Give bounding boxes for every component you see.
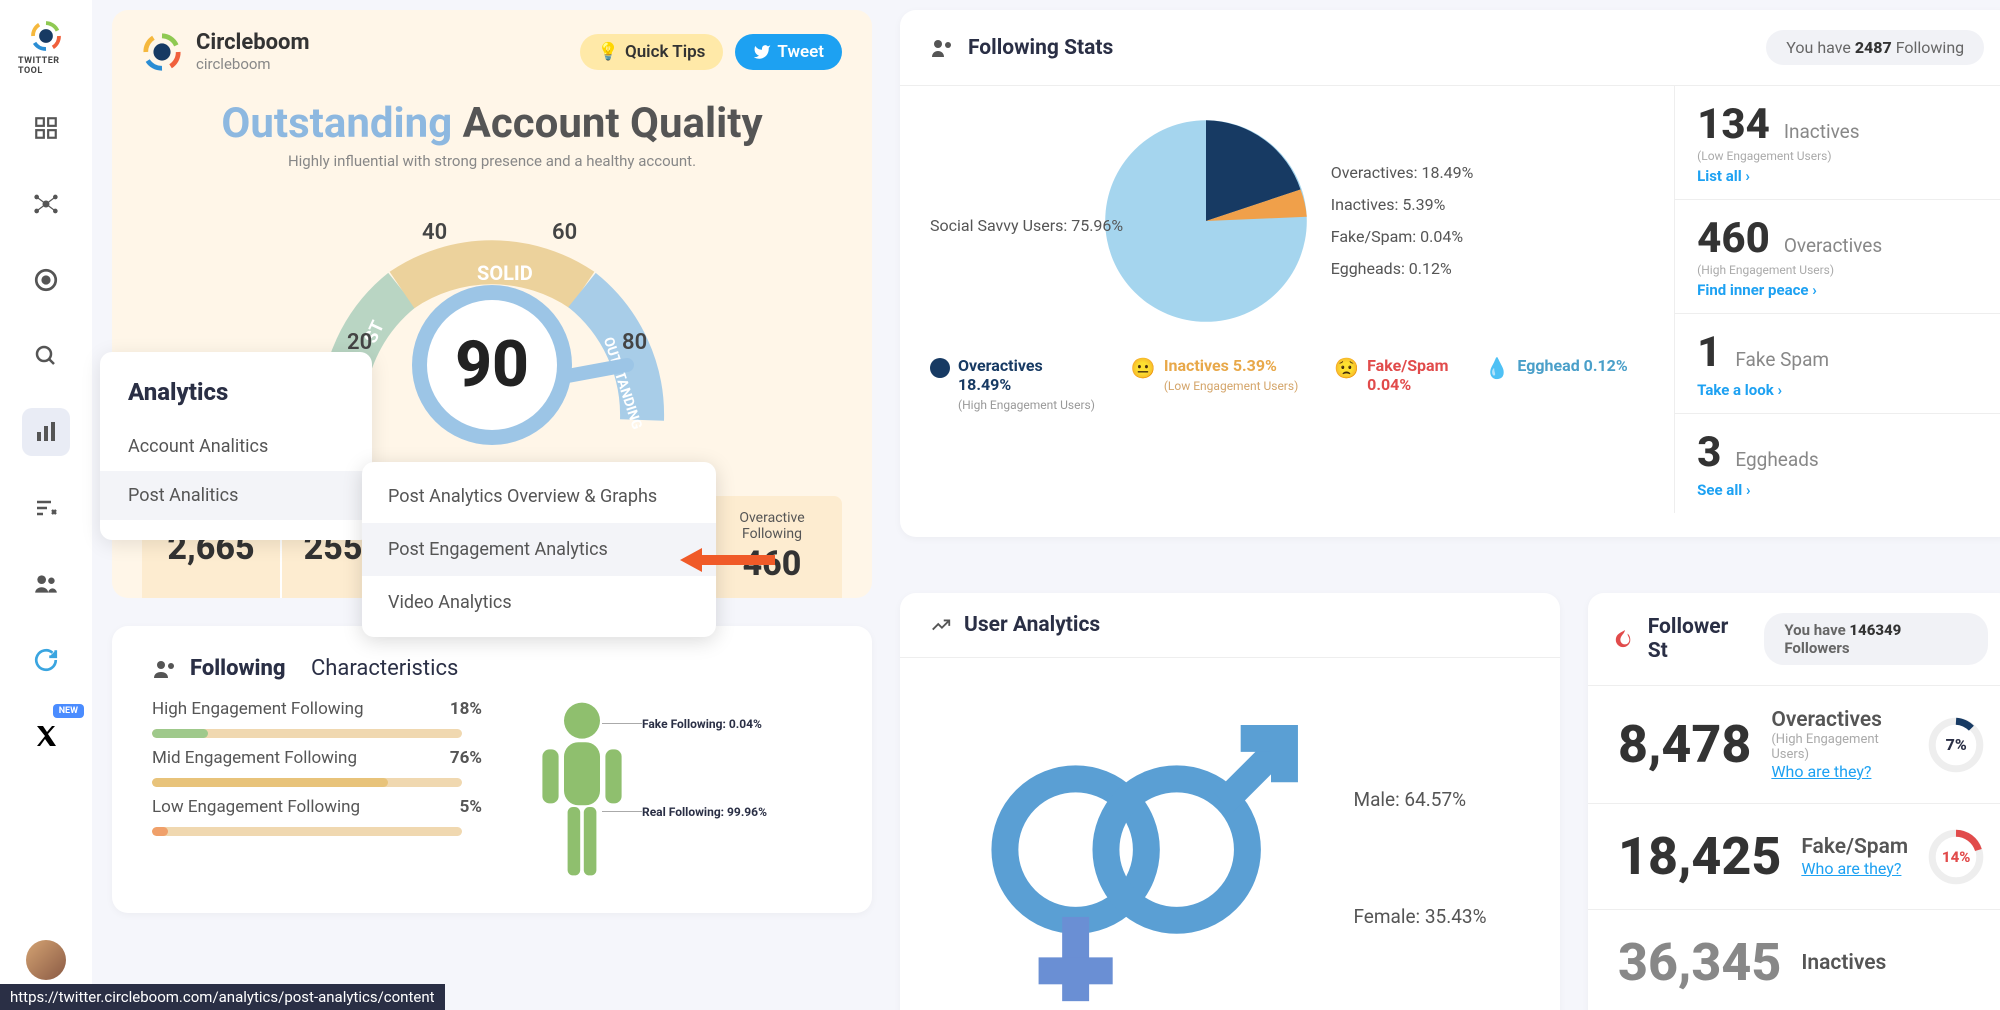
list-all-link[interactable]: List all › [1697, 167, 1750, 185]
twitter-icon [753, 43, 771, 61]
users-icon [152, 658, 180, 680]
brand-block: Circleboom circleboom [142, 30, 310, 73]
post-analytics-submenu: Post Analytics Overview & Graphs Post En… [362, 462, 716, 637]
app-logo[interactable]: TWITTER TOOL [18, 20, 74, 76]
submenu-engagement[interactable]: Post Engagement Analytics [362, 523, 716, 576]
status-bar-url: https://twitter.circleboom.com/analytics… [0, 984, 445, 1010]
following-pie-chart [1101, 116, 1311, 326]
submenu-overview[interactable]: Post Analytics Overview & Graphs [362, 470, 716, 523]
user-avatar[interactable] [26, 940, 66, 980]
take-look-link[interactable]: Take a look › [1697, 381, 1782, 399]
sidebar: TWITTER TOOL NEW [0, 0, 92, 1010]
nav-analytics-icon[interactable] [22, 408, 70, 456]
nav-network-icon[interactable] [22, 180, 70, 228]
quick-tips-button[interactable]: 💡Quick Tips [580, 34, 724, 70]
quality-title-outstanding: Outstanding [221, 99, 452, 148]
who-link-2[interactable]: Who are they? [1801, 859, 1908, 878]
menu-account-analytics[interactable]: Account Analitics [100, 422, 372, 471]
analytics-menu-title: Analytics [100, 372, 372, 422]
chart-icon [930, 614, 952, 636]
nav-dashboard-icon[interactable] [22, 104, 70, 152]
nav-search-icon[interactable] [22, 332, 70, 380]
tweet-button[interactable]: Tweet [735, 34, 842, 70]
flame-icon [1614, 628, 1636, 650]
submenu-video[interactable]: Video Analytics [362, 576, 716, 629]
quality-subtitle: Highly influential with strong presence … [142, 152, 842, 170]
following-characteristics-card: Following Characteristics High Engagemen… [112, 626, 872, 913]
inner-peace-link[interactable]: Find inner peace › [1697, 281, 1817, 299]
svg-text:SOLID: SOLID [477, 261, 533, 285]
follower-stats-card: Follower St You have 146349 Followers 8,… [1588, 593, 2000, 1010]
nav-users-icon[interactable] [22, 560, 70, 608]
following-count-pill: You have 2487 Following [1766, 30, 1984, 65]
logo-text: TWITTER TOOL [18, 56, 74, 76]
user-analytics-card: User Analytics Male: 64. [900, 593, 1560, 1010]
see-all-link[interactable]: See all › [1697, 481, 1750, 499]
nav-x-icon[interactable]: NEW [22, 712, 70, 760]
following-stats-card: Following Stats You have 2487 Following … [900, 10, 2000, 537]
menu-post-analytics[interactable]: Post Analitics [100, 471, 372, 520]
person-icon [522, 699, 642, 879]
quality-score: 90 [427, 300, 557, 430]
gender-icon [973, 698, 1313, 1010]
nav-target-icon[interactable] [22, 256, 70, 304]
brand-handle: circleboom [196, 55, 310, 73]
quality-title-rest: Account Quality [452, 99, 762, 148]
users-icon [930, 37, 956, 59]
brand-icon [142, 32, 182, 72]
nav-refresh-icon[interactable] [22, 636, 70, 684]
brand-name: Circleboom [196, 30, 310, 55]
nav-filter-icon[interactable] [22, 484, 70, 532]
analytics-menu: Analytics Account Analitics Post Analiti… [100, 352, 372, 540]
who-link-1[interactable]: Who are they? [1771, 762, 1908, 781]
annotation-arrow-icon [680, 540, 780, 580]
